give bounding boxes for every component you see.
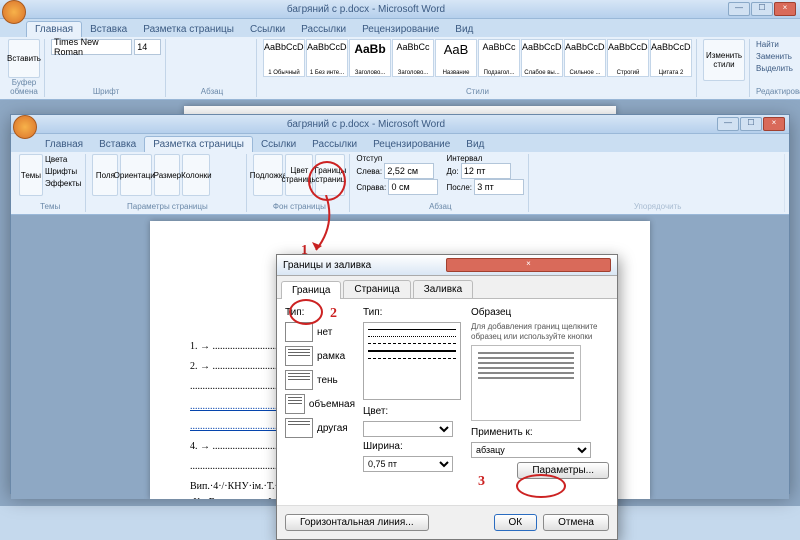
- apply-to-select[interactable]: абзацу: [471, 442, 591, 458]
- ribbon-second: Темы Цвета Шрифты Эффекты Темы Поля Орие…: [11, 152, 789, 215]
- dialog-tab-shading[interactable]: Заливка: [413, 280, 474, 298]
- width-label: Ширина:: [363, 441, 463, 452]
- font-size-field[interactable]: 14: [134, 39, 161, 55]
- hline-button[interactable]: Горизонтальная линия...: [285, 514, 429, 531]
- apply-to-label: Применить к:: [471, 427, 609, 438]
- type-header: Тип:: [285, 307, 355, 318]
- close-button[interactable]: ×: [763, 117, 785, 131]
- ribbon-top: Вставить Буфер обмена Times New Roman 14…: [0, 37, 800, 100]
- ribbon-tabs-second: Главная Вставка Разметка страницы Ссылки…: [11, 134, 789, 152]
- group-styles-label: Стили: [263, 87, 692, 97]
- dialog-titlebar[interactable]: Границы и заливка ×: [277, 255, 617, 276]
- dialog-tabs: Граница Страница Заливка: [277, 276, 617, 299]
- tab-view[interactable]: Вид: [458, 137, 492, 152]
- tab-review[interactable]: Рецензирование: [354, 22, 447, 37]
- sample-hint: Для добавления границ щелкните образец и…: [471, 322, 609, 341]
- dialog-title: Границы и заливка: [283, 260, 446, 271]
- themes-button[interactable]: Темы: [19, 154, 43, 196]
- sample-header: Образец: [471, 307, 609, 318]
- dialog-tab-page[interactable]: Страница: [343, 280, 410, 298]
- dialog-close-button[interactable]: ×: [446, 258, 611, 272]
- color-label: Цвет:: [363, 406, 463, 417]
- font-name-field[interactable]: Times New Roman: [51, 39, 132, 55]
- group-editing-label: Редактирование: [756, 87, 800, 97]
- group-font-label: Шрифт: [51, 87, 161, 97]
- ok-button[interactable]: ОК: [494, 514, 538, 531]
- page-borders-button[interactable]: Границы страниц: [315, 154, 345, 196]
- options-button[interactable]: Параметры...: [517, 462, 609, 479]
- theme-effects[interactable]: Эффекты: [45, 178, 81, 190]
- styles-gallery[interactable]: AaBbCcDc1 Обычный AaBbCcDc1 Без инте... …: [263, 39, 692, 77]
- tab-insert[interactable]: Вставка: [91, 137, 144, 152]
- orientation-button[interactable]: Ориентация: [120, 154, 152, 196]
- paste-button[interactable]: Вставить: [8, 39, 40, 78]
- titlebar-top: багряний с р.docx - Microsoft Word — ☐ ×: [0, 0, 800, 19]
- width-select[interactable]: 0,75 пт: [363, 456, 453, 472]
- group-arrange-label: Упорядочить: [535, 202, 780, 212]
- tab-review[interactable]: Рецензирование: [365, 137, 458, 152]
- maximize-button[interactable]: ☐: [751, 2, 773, 16]
- group-paragraph-label: Абзац: [356, 202, 524, 212]
- theme-colors[interactable]: Цвета: [45, 154, 81, 166]
- tab-view[interactable]: Вид: [447, 22, 481, 37]
- group-pagebg-label: Фон страницы: [253, 202, 345, 212]
- indent-title: Отступ: [356, 154, 438, 163]
- theme-fonts[interactable]: Шрифты: [45, 166, 81, 178]
- type-none[interactable]: нет: [285, 322, 355, 342]
- minimize-button[interactable]: —: [717, 117, 739, 131]
- type-box[interactable]: рамка: [285, 346, 355, 366]
- titlebar-second: багряний с р.docx - Microsoft Word — ☐ ×: [11, 115, 789, 134]
- close-button[interactable]: ×: [774, 2, 796, 16]
- style-header: Тип:: [363, 307, 463, 318]
- group-clipboard-label: Буфер обмена: [8, 78, 40, 97]
- tab-mailings[interactable]: Рассылки: [293, 22, 354, 37]
- tab-home[interactable]: Главная: [37, 137, 91, 152]
- minimize-button[interactable]: —: [728, 2, 750, 16]
- tab-references[interactable]: Ссылки: [242, 22, 293, 37]
- tab-mailings[interactable]: Рассылки: [304, 137, 365, 152]
- tab-references[interactable]: Ссылки: [253, 137, 304, 152]
- window-title-second: багряний с р.docx - Microsoft Word: [15, 119, 717, 130]
- pagecolor-button[interactable]: Цвет страницы: [285, 154, 313, 196]
- maximize-button[interactable]: ☐: [740, 117, 762, 131]
- tab-pagelayout[interactable]: Разметка страницы: [144, 136, 253, 152]
- dialog-tab-border[interactable]: Граница: [281, 281, 341, 299]
- ribbon-tabs-top: Главная Вставка Разметка страницы Ссылки…: [0, 19, 800, 37]
- office-button-icon[interactable]: [13, 115, 37, 139]
- type-3d[interactable]: объемная: [285, 394, 355, 414]
- borders-shading-dialog: Границы и заливка × Граница Страница Зал…: [276, 254, 618, 540]
- spacing-after[interactable]: 3 пт: [474, 179, 524, 195]
- spacing-title: Интервал: [446, 154, 524, 163]
- spacing-before[interactable]: 12 пт: [461, 163, 511, 179]
- cancel-button[interactable]: Отмена: [543, 514, 609, 531]
- window-title: багряний с р.docx - Microsoft Word: [4, 4, 728, 15]
- line-style-list[interactable]: [363, 322, 461, 400]
- tab-home[interactable]: Главная: [26, 21, 82, 37]
- office-button-icon[interactable]: [2, 0, 26, 24]
- color-select[interactable]: [363, 421, 453, 437]
- select-button[interactable]: Выделить: [756, 63, 800, 75]
- type-custom[interactable]: другая: [285, 418, 355, 438]
- watermark-button[interactable]: Подложка: [253, 154, 283, 196]
- tab-pagelayout[interactable]: Разметка страницы: [135, 22, 242, 37]
- change-styles-button[interactable]: Изменить стили: [703, 39, 745, 81]
- find-button[interactable]: Найти: [756, 39, 800, 51]
- group-themes-label: Темы: [19, 202, 81, 212]
- replace-button[interactable]: Заменить: [756, 51, 800, 63]
- tab-insert[interactable]: Вставка: [82, 22, 135, 37]
- group-paragraph-label: Абзац: [172, 87, 252, 97]
- group-pagesetup-label: Параметры страницы: [92, 202, 242, 212]
- type-shadow[interactable]: тень: [285, 370, 355, 390]
- indent-right[interactable]: 0 см: [388, 179, 438, 195]
- columns-button[interactable]: Колонки: [182, 154, 210, 196]
- size-button[interactable]: Размер: [154, 154, 180, 196]
- indent-left[interactable]: 2,52 см: [384, 163, 434, 179]
- preview-box[interactable]: [471, 345, 581, 421]
